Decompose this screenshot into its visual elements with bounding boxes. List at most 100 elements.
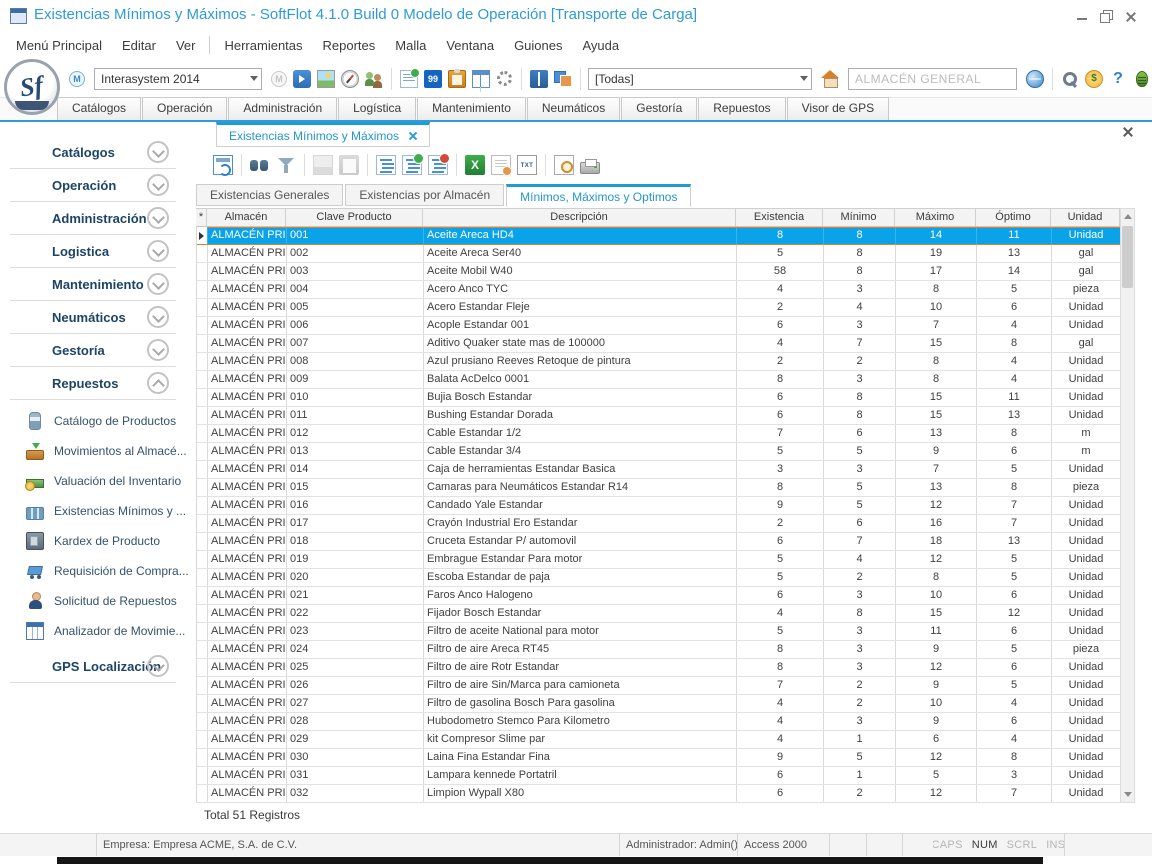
menu-item-ayuda[interactable]: Ayuda bbox=[572, 35, 629, 56]
grid-row[interactable]: ALMACÉN PRINCIPAL007Aditivo Quaker state… bbox=[197, 335, 1135, 353]
column-header-clave-producto[interactable]: Clave Producto bbox=[286, 209, 423, 226]
chevron-down-icon[interactable] bbox=[147, 273, 169, 295]
badge-99-icon[interactable]: 99 bbox=[424, 70, 442, 88]
grid-table-icon[interactable] bbox=[472, 70, 490, 88]
sidebar-item-movimientos-al-almacé-[interactable]: Movimientos al Almacé... bbox=[0, 436, 188, 466]
grid-row[interactable]: ALMACÉN PRINCIPAL017Crayón Industrial Er… bbox=[197, 515, 1135, 533]
m-badge-icon[interactable]: M bbox=[69, 71, 85, 87]
view-tab-existencias-generales[interactable]: Existencias Generales bbox=[196, 184, 343, 206]
globe-icon[interactable] bbox=[1026, 70, 1044, 88]
clipboard-icon[interactable] bbox=[448, 70, 466, 88]
chevron-down-icon[interactable] bbox=[147, 174, 169, 196]
column-header-máximo[interactable]: Máximo bbox=[895, 209, 976, 226]
users-icon[interactable] bbox=[365, 70, 383, 88]
grid-row[interactable]: ALMACÉN PRINCIPAL005Acero Estandar Fleje… bbox=[197, 299, 1135, 317]
sidebar-section-operación[interactable]: Operación bbox=[0, 169, 188, 202]
sidebar-section-neumáticos[interactable]: Neumáticos bbox=[0, 301, 188, 334]
sidebar-section-gps-localización[interactable]: GPS Localización bbox=[0, 650, 188, 683]
grid-row[interactable]: ALMACÉN PRINCIPAL004Acero Anco TYC4385pi… bbox=[197, 281, 1135, 299]
sidebar-section-gestoría[interactable]: Gestoría bbox=[0, 334, 188, 367]
dashboard-icon[interactable] bbox=[341, 70, 359, 88]
grid-row[interactable]: ALMACÉN PRINCIPAL022Fijador Bosch Estand… bbox=[197, 605, 1135, 623]
printer-icon[interactable] bbox=[580, 162, 600, 174]
tab-close-icon[interactable] bbox=[408, 131, 417, 140]
company-combobox[interactable]: Interasystem 2014 bbox=[94, 68, 262, 90]
grid-row[interactable]: ALMACÉN PRINCIPAL028Hubodometro Stemco P… bbox=[197, 713, 1135, 731]
grid-row[interactable]: ALMACÉN PRINCIPAL015Camaras para Neumáti… bbox=[197, 479, 1135, 497]
sidebar-item-catálogo-de-productos[interactable]: Catálogo de Productos bbox=[0, 406, 188, 436]
grid-row[interactable]: ALMACÉN PRINCIPAL020Escoba Estandar de p… bbox=[197, 569, 1135, 587]
chevron-down-icon[interactable] bbox=[147, 339, 169, 361]
new-doc-icon[interactable] bbox=[400, 70, 418, 88]
menu-item-malla[interactable]: Malla bbox=[385, 35, 436, 56]
scroll-down-icon[interactable] bbox=[1121, 787, 1134, 802]
grid-row[interactable]: ALMACÉN PRINCIPAL002Aceite Areca Ser4058… bbox=[197, 245, 1135, 263]
excel-export-icon[interactable]: X bbox=[465, 155, 485, 175]
bug-icon[interactable] bbox=[1136, 71, 1148, 87]
view-tab-existencias-por-almacén[interactable]: Existencias por Almacén bbox=[345, 184, 504, 206]
module-tab-logística[interactable]: Logística bbox=[338, 97, 416, 120]
image-icon[interactable] bbox=[317, 70, 335, 88]
close-button[interactable] bbox=[1118, 8, 1144, 24]
menu-item-ventana[interactable]: Ventana bbox=[436, 35, 504, 56]
chevron-down-icon[interactable] bbox=[147, 306, 169, 328]
chevron-down-icon[interactable] bbox=[147, 655, 169, 677]
column-header-descripción[interactable]: Descripción bbox=[423, 209, 736, 226]
grid-row[interactable]: ALMACÉN PRINCIPAL006Acople Estandar 0016… bbox=[197, 317, 1135, 335]
binoculars-icon[interactable] bbox=[250, 155, 270, 175]
grid-row[interactable]: ALMACÉN PRINCIPAL016Candado Yale Estanda… bbox=[197, 497, 1135, 515]
grid-row[interactable]: ALMACÉN PRINCIPAL018Cruceta Estandar P/ … bbox=[197, 533, 1135, 551]
chevron-down-icon[interactable] bbox=[147, 207, 169, 229]
menu-item-editar[interactable]: Editar bbox=[112, 35, 166, 56]
grid-row[interactable]: ALMACÉN PRINCIPAL027Filtro de gasolina B… bbox=[197, 695, 1135, 713]
window-switch-icon[interactable] bbox=[554, 70, 572, 88]
tree-expand-icon[interactable] bbox=[402, 155, 422, 175]
grid-row[interactable]: ALMACÉN PRINCIPAL025Filtro de aire Rotr … bbox=[197, 659, 1135, 677]
vertical-scrollbar[interactable] bbox=[1120, 208, 1135, 803]
chevron-down-icon[interactable] bbox=[147, 240, 169, 262]
sidebar-item-existencias-mínimos-y-[interactable]: Existencias Mínimos y ... bbox=[0, 496, 188, 526]
print-preview-icon[interactable] bbox=[554, 155, 574, 175]
grid-row[interactable]: ALMACÉN PRINCIPAL001Aceite Areca HD48814… bbox=[197, 227, 1135, 245]
menu-item-reportes[interactable]: Reportes bbox=[313, 35, 386, 56]
home-icon[interactable] bbox=[821, 70, 839, 88]
grid-row[interactable]: ALMACÉN PRINCIPAL030Laina Fina Estandar … bbox=[197, 749, 1135, 767]
module-tab-catálogos[interactable]: Catálogos bbox=[57, 97, 141, 120]
module-tab-operación[interactable]: Operación bbox=[142, 97, 227, 120]
view-tab-mínimos-máximos-y-optimos[interactable]: Mínimos, Máximos y Optimos bbox=[506, 184, 691, 207]
restore-button[interactable] bbox=[1094, 8, 1120, 24]
sidebar-section-logistica[interactable]: Logistica bbox=[0, 235, 188, 268]
filter-funnel-icon[interactable] bbox=[276, 155, 296, 175]
coins-icon[interactable]: $ bbox=[1085, 70, 1103, 88]
chevron-up-icon[interactable] bbox=[147, 372, 169, 394]
grid-row[interactable]: ALMACÉN PRINCIPAL021Faros Anco Halogeno6… bbox=[197, 587, 1135, 605]
scroll-up-icon[interactable] bbox=[1121, 209, 1134, 224]
menu-item-menú-principal[interactable]: Menú Principal bbox=[6, 35, 112, 56]
chevron-down-icon[interactable] bbox=[246, 69, 261, 89]
tree-collapse-icon[interactable] bbox=[428, 155, 448, 175]
grid-row[interactable]: ALMACÉN PRINCIPAL031Lampara kennede Port… bbox=[197, 767, 1135, 785]
warehouse-search-input[interactable] bbox=[848, 68, 1017, 90]
column-header-almacén[interactable]: Almacén bbox=[207, 209, 286, 226]
refresh-grid-icon[interactable] bbox=[213, 155, 233, 175]
column-header-óptimo[interactable]: Óptimo bbox=[976, 209, 1051, 226]
scrollbar-thumb[interactable] bbox=[1122, 226, 1133, 288]
export-icon[interactable] bbox=[293, 70, 311, 88]
module-tab-mantenimiento[interactable]: Mantenimiento bbox=[417, 97, 526, 120]
sidebar-section-administración[interactable]: Administración bbox=[0, 202, 188, 235]
grid-row[interactable]: ALMACÉN PRINCIPAL011Bushing Estandar Dor… bbox=[197, 407, 1135, 425]
txt-export-icon[interactable]: TXT bbox=[517, 155, 537, 175]
help-icon[interactable]: ? bbox=[1109, 70, 1127, 88]
tree-list-icon[interactable] bbox=[376, 155, 396, 175]
grid-row[interactable]: ALMACÉN PRINCIPAL008Azul prusiano Reeves… bbox=[197, 353, 1135, 371]
grid-row[interactable]: ALMACÉN PRINCIPAL032Limpion Wypall X8062… bbox=[197, 785, 1135, 803]
menu-item-ver[interactable]: Ver bbox=[166, 35, 206, 56]
fleet-combobox[interactable]: [Todas] bbox=[588, 68, 812, 90]
column-header-unidad[interactable]: Unidad bbox=[1051, 209, 1120, 226]
gear-icon[interactable] bbox=[497, 71, 512, 86]
panel-close-icon[interactable] bbox=[1122, 126, 1134, 138]
grid-row[interactable]: ALMACÉN PRINCIPAL010Bujia Bosch Estandar… bbox=[197, 389, 1135, 407]
sidebar-item-solicitud-de-repuestos[interactable]: Solicitud de Repuestos bbox=[0, 586, 188, 616]
column-header-mínimo[interactable]: Mínimo bbox=[823, 209, 895, 226]
grid-row[interactable]: ALMACÉN PRINCIPAL019Embrague Estandar Pa… bbox=[197, 551, 1135, 569]
